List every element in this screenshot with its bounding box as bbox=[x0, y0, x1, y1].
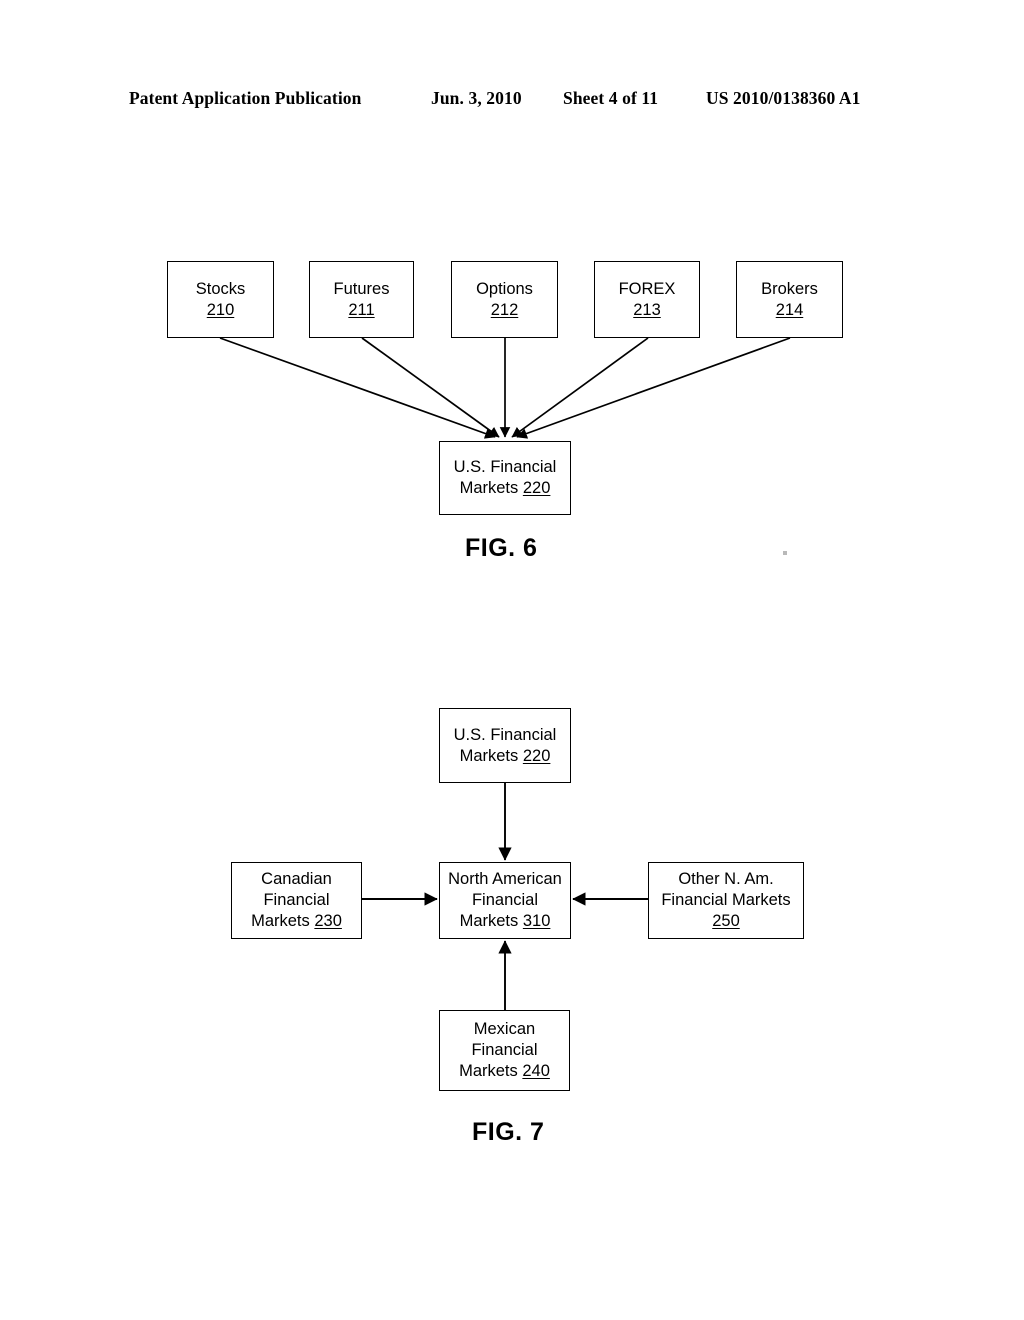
node-canadian-line1: Canadian bbox=[261, 870, 332, 888]
node-canadian-ref: 230 bbox=[314, 912, 342, 930]
node-brokers: Brokers 214 bbox=[736, 261, 843, 338]
node-othernam-line2: Financial Markets bbox=[661, 891, 791, 909]
node-mexican-line2: Financial bbox=[471, 1041, 538, 1059]
scan-artifact-speck bbox=[783, 551, 787, 555]
node-mexican-line1: Mexican bbox=[473, 1020, 536, 1038]
header-sheet-number: Sheet 4 of 11 bbox=[563, 88, 659, 108]
node-options: Options 212 bbox=[451, 261, 558, 338]
node-stocks-ref: 210 bbox=[206, 300, 235, 319]
node-nafm-line2: Financial bbox=[471, 891, 539, 909]
node-canadian-line3: Markets bbox=[251, 912, 315, 930]
node-othernam-line1: Other N. Am. bbox=[678, 870, 774, 888]
figure-caption-fig7: FIG. 7 bbox=[472, 1118, 545, 1146]
node-nafm-ref: 310 bbox=[522, 912, 551, 930]
node-north-american-financial-markets: North American Financial Markets 310 bbox=[439, 862, 571, 939]
fig6-arrow-futures bbox=[361, 337, 500, 438]
node-canadian-line2: Financial bbox=[263, 891, 330, 909]
node-forex-title: FOREX bbox=[618, 279, 676, 298]
header-date: Jun. 3, 2010 bbox=[431, 88, 522, 108]
node-us-financial-markets-fig7: U.S. Financial Markets 220 bbox=[439, 708, 571, 783]
fig6-arrow-stocks bbox=[219, 337, 496, 439]
node-stocks-title: Stocks bbox=[195, 279, 246, 298]
node-mexican-ref: 240 bbox=[522, 1062, 550, 1080]
node-mexican-line3: Markets bbox=[459, 1062, 523, 1080]
header-publication: Patent Application Publication bbox=[129, 88, 362, 108]
node-forex: FOREX 213 bbox=[594, 261, 700, 338]
node-other-north-american-financial-markets: Other N. Am. Financial Markets 250 bbox=[648, 862, 804, 939]
node-us-financial-markets-fig6: U.S. Financial Markets 220 bbox=[439, 441, 571, 515]
fig6-arrow-forex bbox=[511, 337, 649, 438]
page-header: Patent Application Publication Jun. 3, 2… bbox=[0, 88, 1024, 114]
header-patent-number: US 2010/0138360 A1 bbox=[706, 88, 861, 108]
node-futures: Futures 211 bbox=[309, 261, 414, 338]
node-usfm7-line2: Markets bbox=[459, 746, 523, 765]
node-canadian-financial-markets: Canadian Financial Markets 230 bbox=[231, 862, 362, 939]
fig6-arrow-brokers bbox=[516, 337, 791, 439]
node-options-ref: 212 bbox=[490, 300, 519, 319]
node-futures-ref: 211 bbox=[348, 300, 375, 319]
node-mexican-financial-markets: Mexican Financial Markets 240 bbox=[439, 1010, 570, 1091]
figure-caption-fig6: FIG. 6 bbox=[465, 534, 538, 562]
node-usfm6-ref: 220 bbox=[522, 479, 551, 497]
node-usfm6-line2: Markets bbox=[459, 479, 523, 497]
node-nafm-line1: North American bbox=[448, 870, 562, 888]
node-nafm-line3: Markets bbox=[459, 912, 523, 930]
node-usfm7-ref: 220 bbox=[522, 746, 551, 765]
node-othernam-ref: 250 bbox=[712, 912, 740, 930]
node-brokers-ref: 214 bbox=[775, 300, 804, 319]
node-usfm7-line1: U.S. Financial bbox=[453, 725, 557, 744]
node-options-title: Options bbox=[476, 279, 533, 298]
node-usfm6-line1: U.S. Financial bbox=[453, 458, 557, 476]
node-forex-ref: 213 bbox=[633, 300, 661, 319]
node-futures-title: Futures bbox=[333, 279, 390, 298]
node-stocks: Stocks 210 bbox=[167, 261, 274, 338]
node-brokers-title: Brokers bbox=[761, 279, 818, 298]
